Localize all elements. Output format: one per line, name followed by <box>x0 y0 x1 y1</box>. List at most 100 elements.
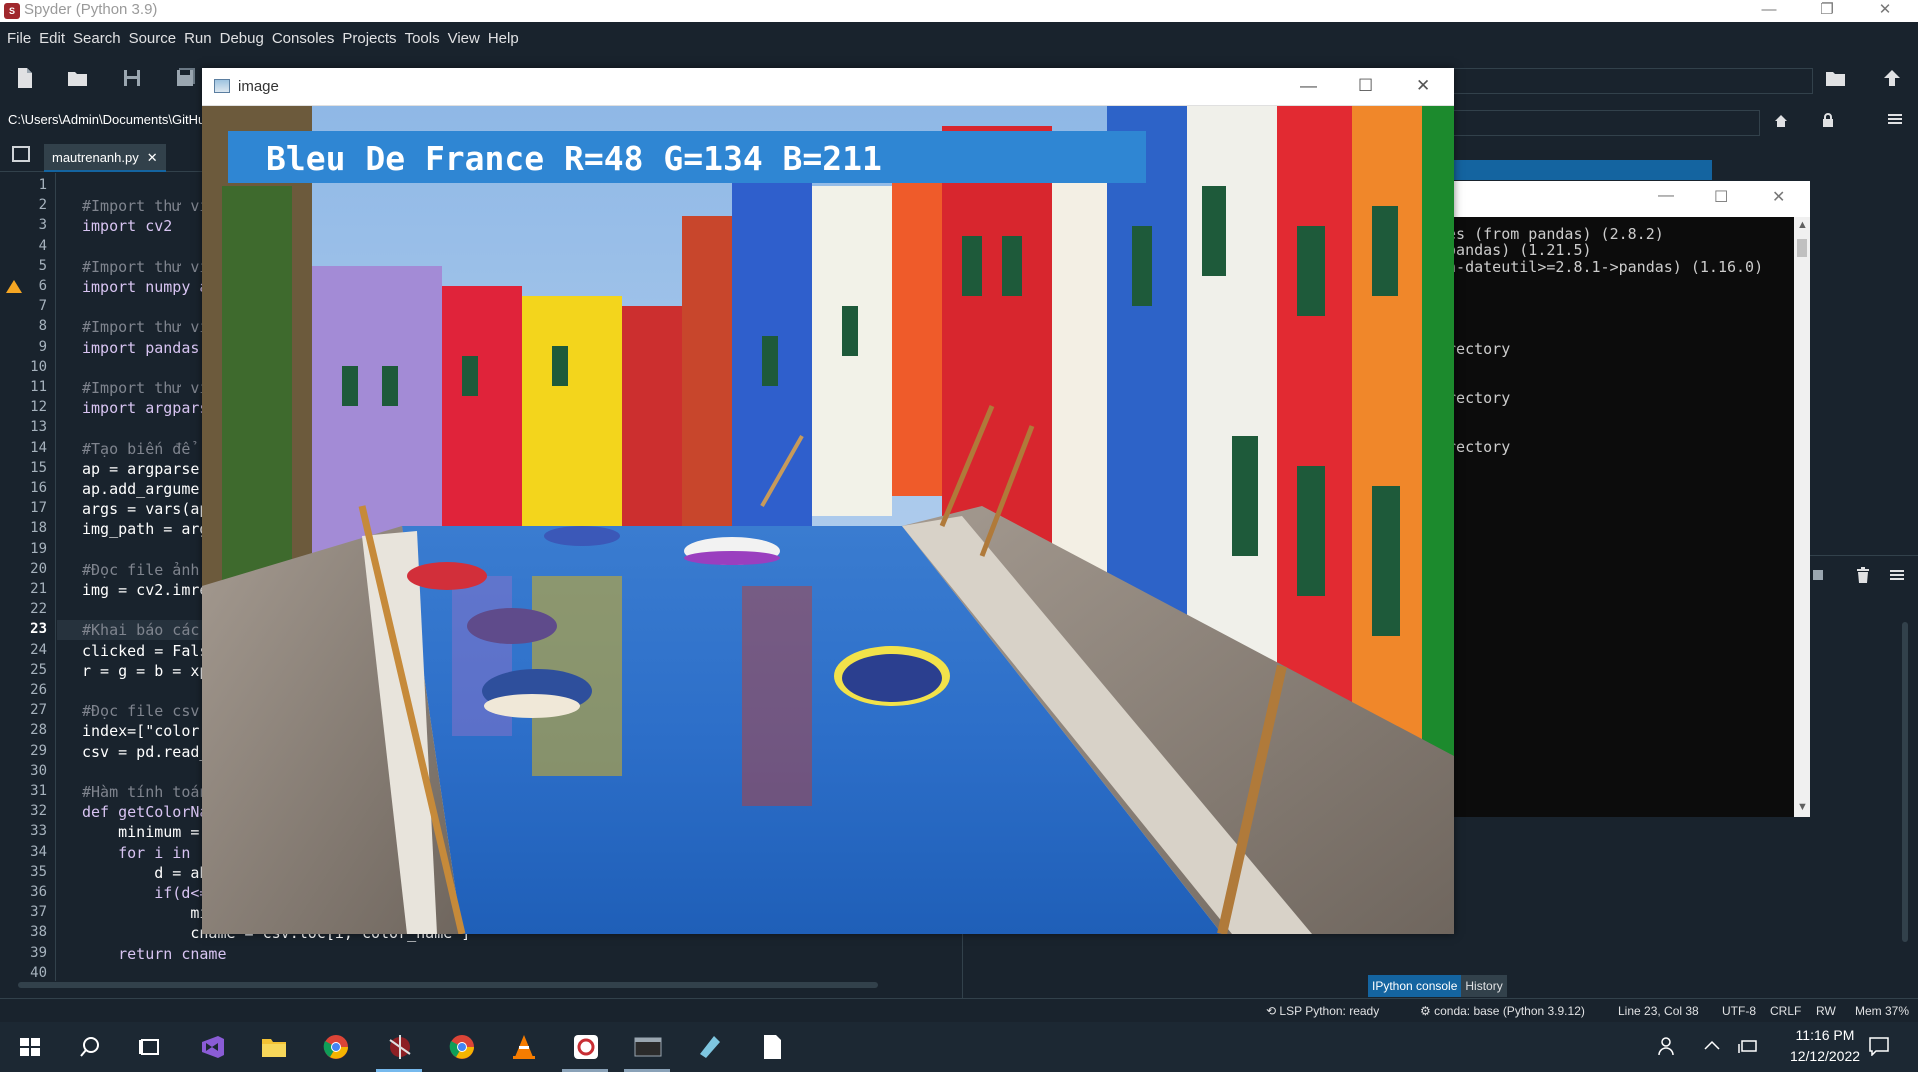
code-line: csv = pd.read_ <box>82 742 209 761</box>
terminal-title-bar: — ☐ ✕ <box>1440 181 1810 217</box>
terminal-scrollbar[interactable]: ▲ ▼ <box>1794 217 1810 817</box>
stop-kernel-icon[interactable] <box>1812 568 1824 587</box>
conda-status: ⚙ conda: base (Python 3.9.12) <box>1420 1004 1585 1018</box>
network-icon[interactable] <box>1738 1038 1758 1057</box>
code-line: #Import thư vi <box>82 318 209 337</box>
chrome-icon[interactable] <box>432 1022 490 1072</box>
code-line: ap = argparse <box>82 459 200 478</box>
image-window-title: image <box>238 78 279 95</box>
spyder-icon[interactable] <box>370 1022 428 1072</box>
console-vertical-scrollbar[interactable] <box>1900 612 1910 964</box>
close-button[interactable]: ✕ <box>1856 0 1914 22</box>
terminal-window[interactable]: — ☐ ✕ ges (from pandas) (2.8.2) pandas) … <box>1440 181 1810 817</box>
line-number: 36 <box>30 884 47 900</box>
working-directory-combo[interactable] <box>1445 68 1813 94</box>
scroll-down-icon[interactable]: ▼ <box>1797 801 1808 813</box>
parent-directory-icon[interactable] <box>1878 67 1906 95</box>
image-canvas[interactable]: Bleu De France R=48 G=134 B=211 <box>202 106 1454 934</box>
line-number: 8 <box>38 318 47 335</box>
file-icon[interactable] <box>742 1022 800 1072</box>
trash-icon[interactable] <box>1856 567 1870 588</box>
search-icon[interactable] <box>60 1022 118 1072</box>
menu-consoles[interactable]: Consoles <box>268 22 339 56</box>
menu-tools[interactable]: Tools <box>401 22 444 56</box>
clock-date[interactable]: 12/12/2022 <box>1780 1048 1870 1064</box>
visual-studio-icon[interactable] <box>182 1022 240 1072</box>
scroll-thumb[interactable] <box>1902 622 1908 942</box>
console-options-icon[interactable] <box>1890 568 1904 587</box>
line-number: 7 <box>38 298 47 315</box>
status-bar: ⟲ LSP Python: ready ⚙ conda: base (Pytho… <box>0 998 1918 1022</box>
image-window[interactable]: image — ☐ ✕ Bleu De France R=48 G=134 B=… <box>202 68 1454 934</box>
vlc-icon[interactable] <box>494 1022 552 1072</box>
show-hidden-icons-icon[interactable] <box>1704 1038 1720 1054</box>
tab-history[interactable]: History <box>1461 975 1507 997</box>
code-line: #Import thư vi <box>82 379 209 397</box>
line-number: 37 <box>30 904 47 921</box>
save-icon[interactable] <box>118 67 146 95</box>
chrome-icon[interactable] <box>306 1022 364 1072</box>
lock-icon[interactable] <box>1822 113 1834 133</box>
new-file-icon[interactable] <box>11 67 39 95</box>
menu-edit[interactable]: Edit <box>35 22 69 56</box>
line-number: 16 <box>30 480 47 496</box>
terminal-maximize-button[interactable]: ☐ <box>1714 187 1728 207</box>
terminal-icon[interactable] <box>618 1022 676 1072</box>
terminal-minimize-button[interactable]: — <box>1658 187 1674 205</box>
scroll-up-icon[interactable]: ▲ <box>1797 219 1808 231</box>
menu-debug[interactable]: Debug <box>216 22 268 56</box>
image-close-button[interactable]: ✕ <box>1416 76 1430 96</box>
line-number: 23 <box>30 621 47 638</box>
start-icon[interactable] <box>0 1022 58 1072</box>
options-menu-icon[interactable] <box>1888 112 1902 131</box>
image-minimize-button[interactable]: — <box>1300 76 1317 96</box>
open-folder-icon[interactable] <box>64 67 92 95</box>
line-number: 40 <box>30 964 47 981</box>
conda-icon: ⚙ <box>1420 1004 1435 1018</box>
image-maximize-button[interactable]: ☐ <box>1358 76 1373 96</box>
task-view-icon[interactable] <box>120 1022 178 1072</box>
menu-source[interactable]: Source <box>125 22 181 56</box>
file-explorer-icon[interactable] <box>244 1022 302 1072</box>
editor-horizontal-scrollbar[interactable] <box>10 980 930 990</box>
menu-view[interactable]: View <box>444 22 484 56</box>
file-explorer-combo[interactable] <box>1445 110 1760 136</box>
browse-folder-icon[interactable] <box>1822 67 1850 95</box>
save-all-icon[interactable] <box>172 67 200 95</box>
file-permissions: RW <box>1816 1004 1836 1018</box>
scroll-thumb[interactable] <box>18 982 878 988</box>
line-number: 32 <box>30 803 47 820</box>
warning-icon[interactable] <box>6 280 22 293</box>
terminal-close-button[interactable]: ✕ <box>1772 187 1785 207</box>
menu-projects[interactable]: Projects <box>338 22 400 56</box>
menu-search[interactable]: Search <box>69 22 125 56</box>
git-icon[interactable] <box>556 1022 614 1072</box>
tab-ipython-console[interactable]: IPython console <box>1368 975 1462 997</box>
line-number: 39 <box>30 944 47 961</box>
people-icon[interactable] <box>1658 1036 1678 1059</box>
image-window-icon <box>214 79 230 93</box>
cursor-position: Line 23, Col 38 <box>1618 1004 1699 1018</box>
terminal-output[interactable]: ges (from pandas) (2.8.2) pandas) (1.21.… <box>1440 217 1794 817</box>
scroll-thumb[interactable] <box>1797 239 1807 257</box>
browse-tabs-icon[interactable] <box>12 146 30 162</box>
menu-run[interactable]: Run <box>180 22 216 56</box>
editor-file-tab[interactable]: mautrenanh.py ✕ <box>44 144 166 172</box>
spyder-title-bar: S Spyder (Python 3.9) — ❐ ✕ <box>0 0 1918 22</box>
home-icon[interactable] <box>1774 114 1788 133</box>
notifications-icon[interactable] <box>1868 1036 1890 1059</box>
menu-help[interactable]: Help <box>484 22 523 56</box>
clock-time[interactable]: 11:16 PM <box>1780 1027 1870 1043</box>
code-line: import argpars <box>82 399 209 418</box>
venice-canal-photo[interactable] <box>202 106 1454 934</box>
menu-file[interactable]: File <box>3 22 35 56</box>
restore-button[interactable]: ❐ <box>1798 0 1856 22</box>
line-number: 18 <box>30 520 47 537</box>
close-tab-icon[interactable]: ✕ <box>147 150 158 165</box>
code-line: #Hàm tính toán <box>82 783 209 801</box>
notes-icon[interactable] <box>680 1022 738 1072</box>
line-number: 3 <box>38 217 47 234</box>
code-line: #Đọc file csv <box>82 702 200 721</box>
line-number: 25 <box>30 661 47 678</box>
minimize-button[interactable]: — <box>1740 0 1798 22</box>
